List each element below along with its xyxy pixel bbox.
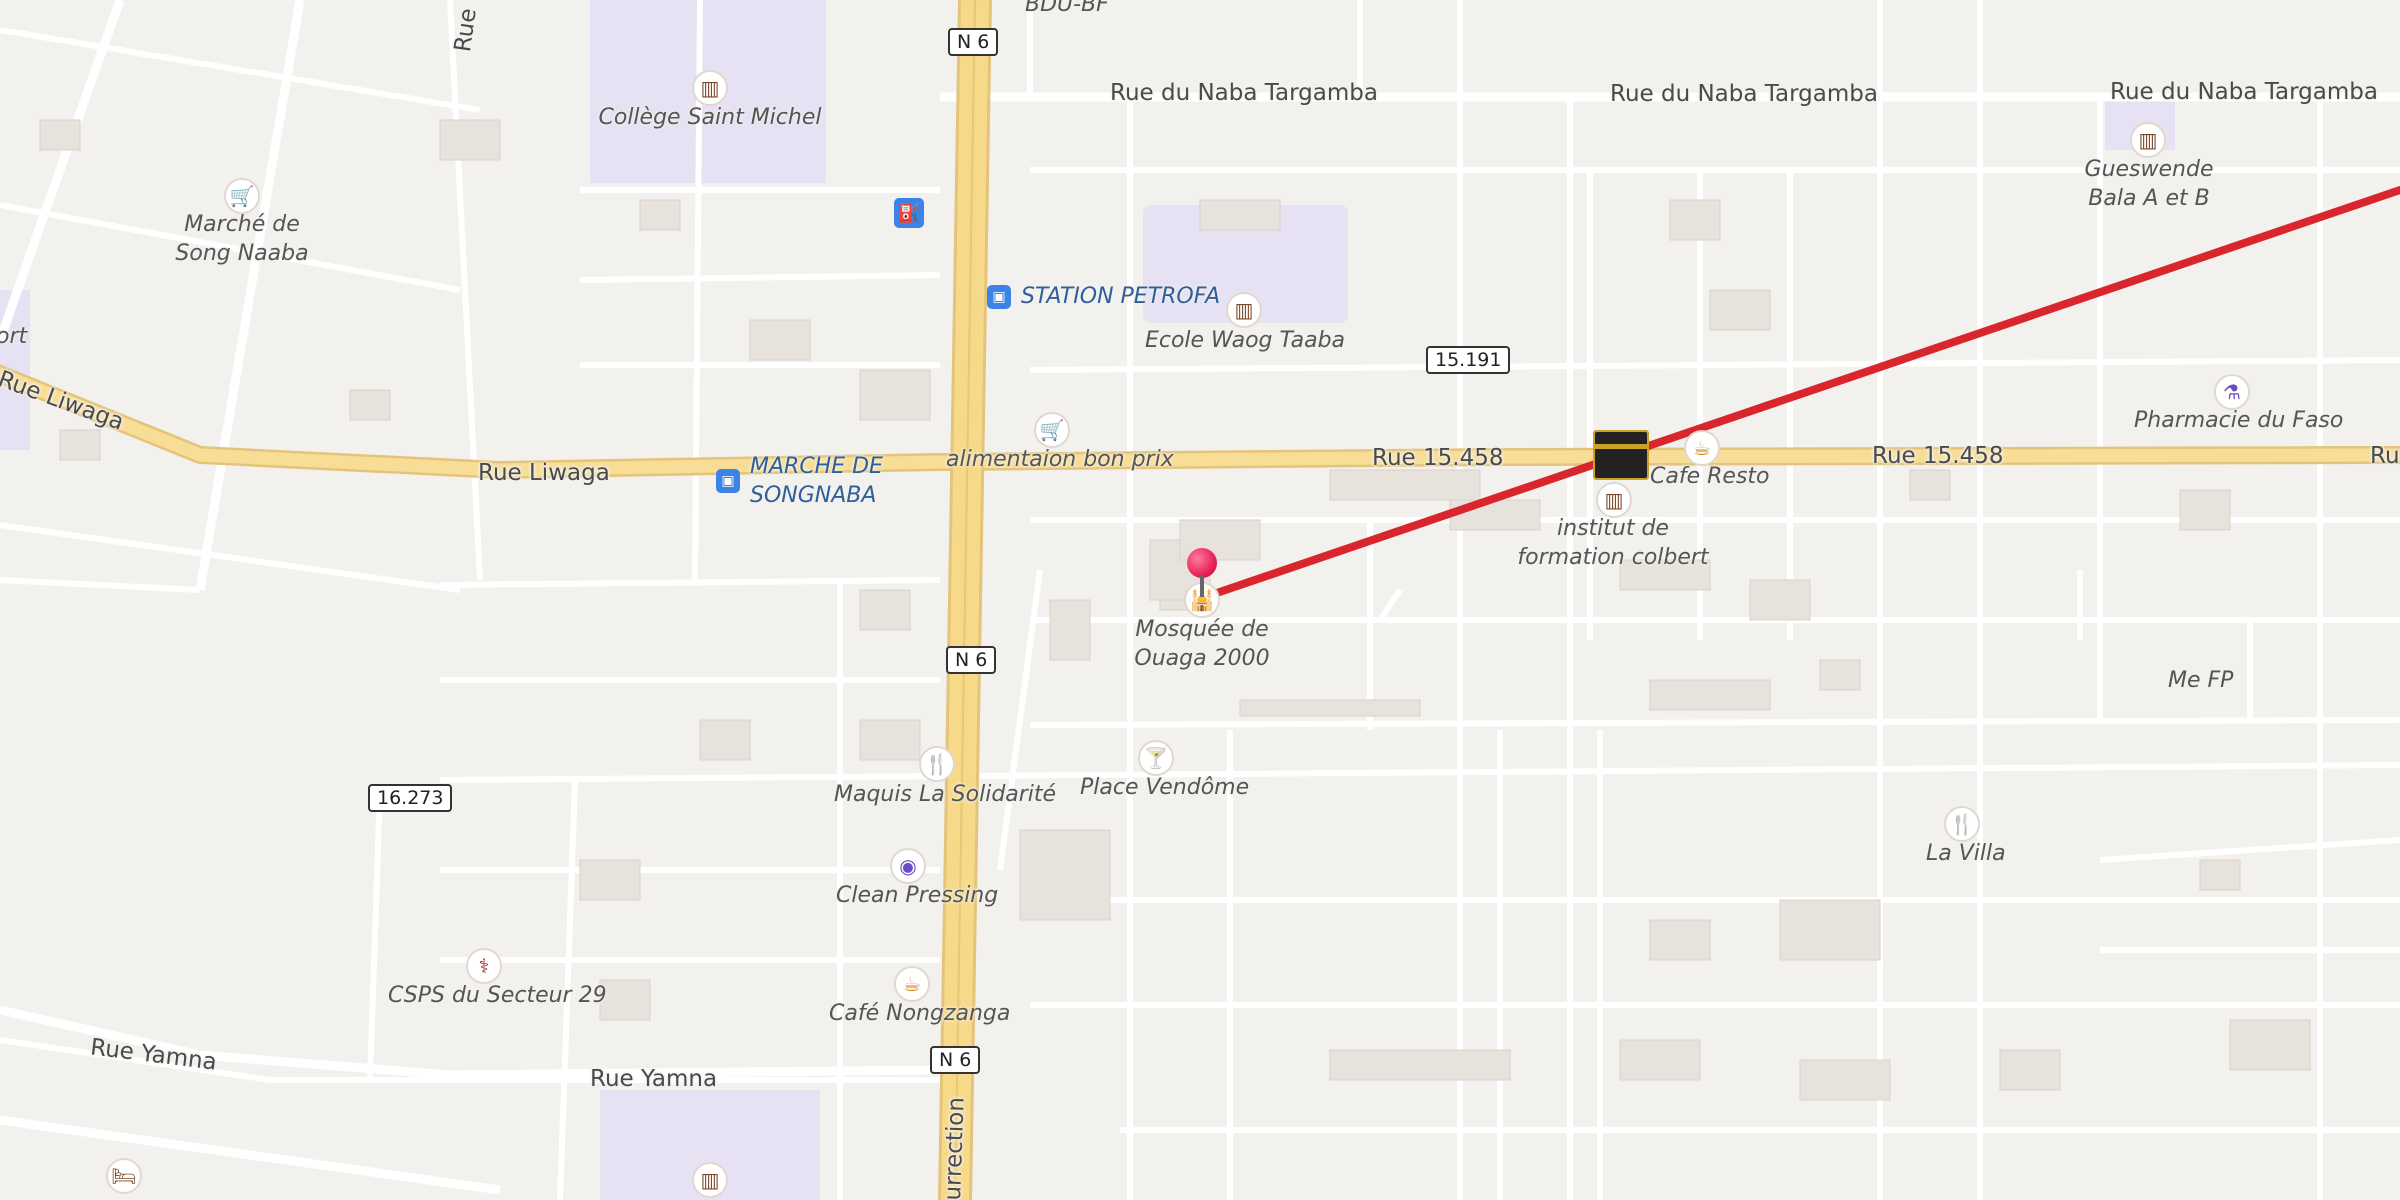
- cocktail-glass-icon[interactable]: 🍸: [1138, 740, 1174, 776]
- fork-knife-icon[interactable]: 🍴: [1944, 806, 1980, 842]
- label-ort: ort: [0, 324, 28, 349]
- route-shield-15191: 15.191: [1426, 346, 1511, 374]
- poi-marche-song-naaba[interactable]: Marché de Song Naaba: [130, 210, 354, 268]
- coffee-cup-icon[interactable]: ☕: [894, 966, 930, 1002]
- bus-stop-icon[interactable]: ▣: [716, 469, 740, 493]
- poi-pharmacie-du-faso[interactable]: Pharmacie du Faso: [2134, 406, 2343, 435]
- location-pin-icon[interactable]: [1187, 548, 1217, 578]
- street-label-resurrection: urrection: [940, 1096, 970, 1200]
- bus-stop-icon[interactable]: ▣: [987, 285, 1011, 309]
- coffee-cup-icon[interactable]: ☕: [1684, 430, 1720, 466]
- label-bdu-bf: BDU-BF: [1025, 0, 1109, 17]
- poi-marche-songnaba[interactable]: MARCHE DE SONGNABA: [750, 452, 883, 510]
- poi-alimentaion-bon-prix[interactable]: alimentaion bon prix: [946, 445, 1174, 474]
- poi-place-vendome[interactable]: Place Vendôme: [1080, 773, 1249, 802]
- school-icon[interactable]: ▥: [2130, 122, 2166, 158]
- school-icon[interactable]: ▥: [692, 1162, 728, 1198]
- street-label-liwaga-2: Rue Liwaga: [478, 460, 610, 486]
- shopping-cart-icon[interactable]: 🛒: [1034, 412, 1070, 448]
- poi-gueswende[interactable]: Gueswende Bala A et B: [2064, 155, 2234, 213]
- poi-college-saint-michel[interactable]: Collège Saint Michel: [540, 103, 880, 132]
- poi-csps-secteur-29[interactable]: CSPS du Secteur 29: [388, 981, 607, 1010]
- poi-station-petrofa[interactable]: STATION PETROFA: [1021, 282, 1220, 311]
- kaaba-icon[interactable]: [1593, 430, 1649, 480]
- poi-cafe-resto[interactable]: Cafe Resto: [1650, 462, 1770, 491]
- route-shield-16273: 16.273: [368, 784, 453, 812]
- laundry-icon[interactable]: ◉: [890, 848, 926, 884]
- stethoscope-icon[interactable]: ⚕: [466, 948, 502, 984]
- street-label-15458-2: Rue 15.458: [1872, 443, 2004, 469]
- street-label-15458-1: Rue 15.458: [1372, 445, 1504, 471]
- poi-maquis-la-solidarite[interactable]: Maquis La Solidarité: [834, 780, 1056, 809]
- poi-clean-pressing[interactable]: Clean Pressing: [836, 881, 998, 910]
- street-label-naba-targamba-1: Rue du Naba Targamba: [1110, 80, 1378, 106]
- street-label-yamna-2: Rue Yamna: [590, 1066, 718, 1092]
- poi-institut-colbert[interactable]: institut de formation colbert: [1500, 514, 1726, 572]
- street-label-15458-3: Ru: [2370, 443, 2400, 469]
- poi-mosquee-ouaga-2000[interactable]: Mosquée de Ouaga 2000: [1110, 615, 1294, 673]
- poi-la-villa[interactable]: La Villa: [1926, 839, 2006, 868]
- school-icon[interactable]: ▥: [692, 70, 728, 106]
- poi-me-fp[interactable]: Me FP: [2168, 666, 2233, 695]
- school-icon[interactable]: ▥: [1596, 482, 1632, 518]
- poi-ecole-waog-taaba[interactable]: Ecole Waog Taaba: [1120, 326, 1370, 355]
- route-shield-n6-mid: N 6: [946, 646, 997, 674]
- poi-cafe-nongzanga[interactable]: Café Nongzanga: [829, 999, 1010, 1028]
- map-canvas[interactable]: Rue du Naba Targamba Rue du Naba Targamb…: [0, 0, 2400, 1200]
- shopping-cart-icon[interactable]: 🛒: [224, 178, 260, 214]
- route-shield-n6-top: N 6: [948, 28, 999, 56]
- location-pin-stem: [1200, 575, 1204, 597]
- street-label-naba-targamba-3: Rue du Naba Targamba: [2110, 79, 2378, 105]
- school-icon[interactable]: ▥: [1226, 292, 1262, 328]
- route-shield-n6-bottom: N 6: [930, 1046, 981, 1074]
- pharmacy-icon[interactable]: ⚗: [2214, 374, 2250, 410]
- fuel-station-icon[interactable]: ⛽: [894, 198, 924, 228]
- fork-knife-icon[interactable]: 🍴: [919, 746, 955, 782]
- street-label-naba-targamba-2: Rue du Naba Targamba: [1610, 81, 1878, 107]
- bed-icon[interactable]: 🛏: [106, 1158, 142, 1194]
